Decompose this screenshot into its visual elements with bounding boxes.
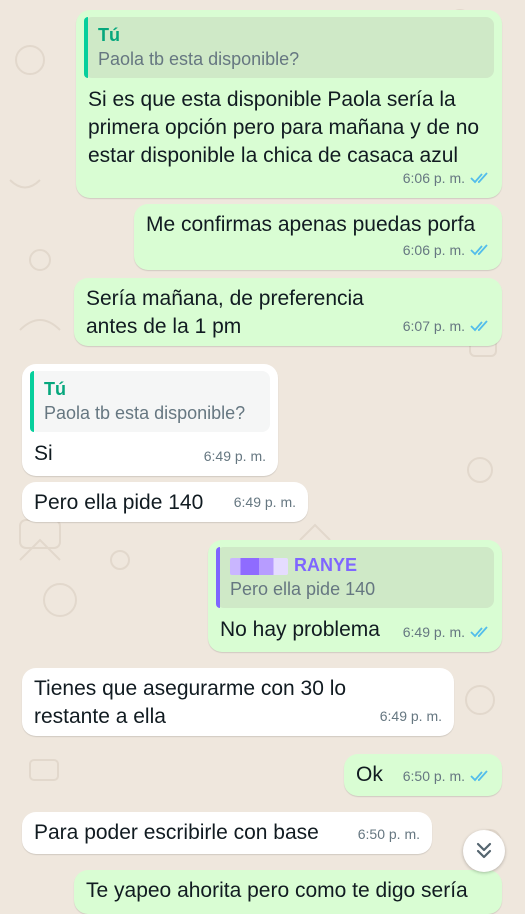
message-outgoing[interactable]: Sería mañana, de preferencia antes de la…: [74, 278, 502, 346]
message-meta: 6:07 p. m.: [403, 312, 490, 340]
message-time: 6:06 p. m.: [402, 170, 465, 186]
message-outgoing[interactable]: Tú Paola tb esta disponible? Si es que e…: [76, 10, 502, 198]
message-time: 6:49 p. m.: [203, 448, 266, 464]
message-time: 6:49 p. m.: [233, 494, 296, 510]
double-check-icon: [470, 770, 488, 782]
message-outgoing[interactable]: Te yapeo ahorita pero como te digo sería: [74, 870, 502, 914]
message-meta: 6:50 p. m.: [403, 762, 490, 790]
quote-author: Tú: [44, 379, 66, 399]
message-text: Me confirmas apenas puedas porfa: [146, 213, 476, 236]
quote-text: Paola tb esta disponible?: [98, 49, 300, 69]
quoted-message[interactable]: Tú Paola tb esta disponible?: [30, 371, 270, 432]
quote-text: Pero ella pide 140: [230, 579, 376, 599]
message-incoming[interactable]: Para poder escribirle con base 6:50 p. m…: [22, 812, 432, 854]
message-time: 6:50 p. m.: [402, 768, 465, 784]
chat-messages[interactable]: Tú Paola tb esta disponible? Si es que e…: [0, 0, 525, 914]
message-meta: 6:06 p. m.: [403, 236, 490, 264]
message-time: 6:49 p. m.: [379, 708, 442, 724]
message-time: 6:07 p. m.: [402, 318, 465, 334]
message-time: 6:50 p. m.: [357, 826, 420, 842]
message-text: Si es que esta disponible Paola sería la…: [88, 88, 480, 167]
quote-text: Paola tb esta disponible?: [44, 403, 246, 423]
message-outgoing[interactable]: Me confirmas apenas puedas porfa 6:06 p.…: [134, 204, 502, 270]
message-meta: 6:49 p. m.: [380, 702, 442, 730]
double-check-icon: [470, 320, 488, 332]
message-meta: 6:49 p. m.: [234, 488, 296, 516]
double-check-icon: [470, 244, 488, 256]
quote-author: Tú: [98, 25, 120, 45]
message-time: 6:06 p. m.: [402, 242, 465, 258]
quote-author-wrap: RANYE: [230, 553, 484, 577]
chevron-double-down-icon: [476, 842, 492, 859]
message-incoming[interactable]: Tienes que asegurarme con 30 lo restante…: [22, 668, 454, 736]
quoted-message[interactable]: RANYE Pero ella pide 140: [216, 547, 494, 608]
message-meta: 6:06 p. m.: [403, 164, 490, 192]
redacted-name: [230, 557, 288, 575]
message-incoming[interactable]: Pero ella pide 140 6:49 p. m.: [22, 482, 308, 522]
quoted-message[interactable]: Tú Paola tb esta disponible?: [84, 17, 494, 78]
message-time: 6:49 p. m.: [402, 624, 465, 640]
message-outgoing[interactable]: Ok 6:50 p. m.: [344, 754, 502, 796]
message-text: Te yapeo ahorita pero como te digo sería: [86, 879, 468, 902]
double-check-icon: [470, 626, 488, 638]
message-incoming[interactable]: Tú Paola tb esta disponible? Si 6:49 p. …: [22, 364, 278, 476]
double-check-icon: [470, 172, 488, 184]
message-meta: 6:49 p. m.: [403, 618, 490, 646]
message-meta: 6:49 p. m.: [204, 442, 266, 470]
message-meta: 6:50 p. m.: [358, 820, 420, 848]
quote-author: RANYE: [294, 555, 358, 575]
scroll-to-bottom-button[interactable]: [463, 830, 505, 872]
message-outgoing[interactable]: RANYE Pero ella pide 140 No hay problema…: [208, 540, 502, 652]
